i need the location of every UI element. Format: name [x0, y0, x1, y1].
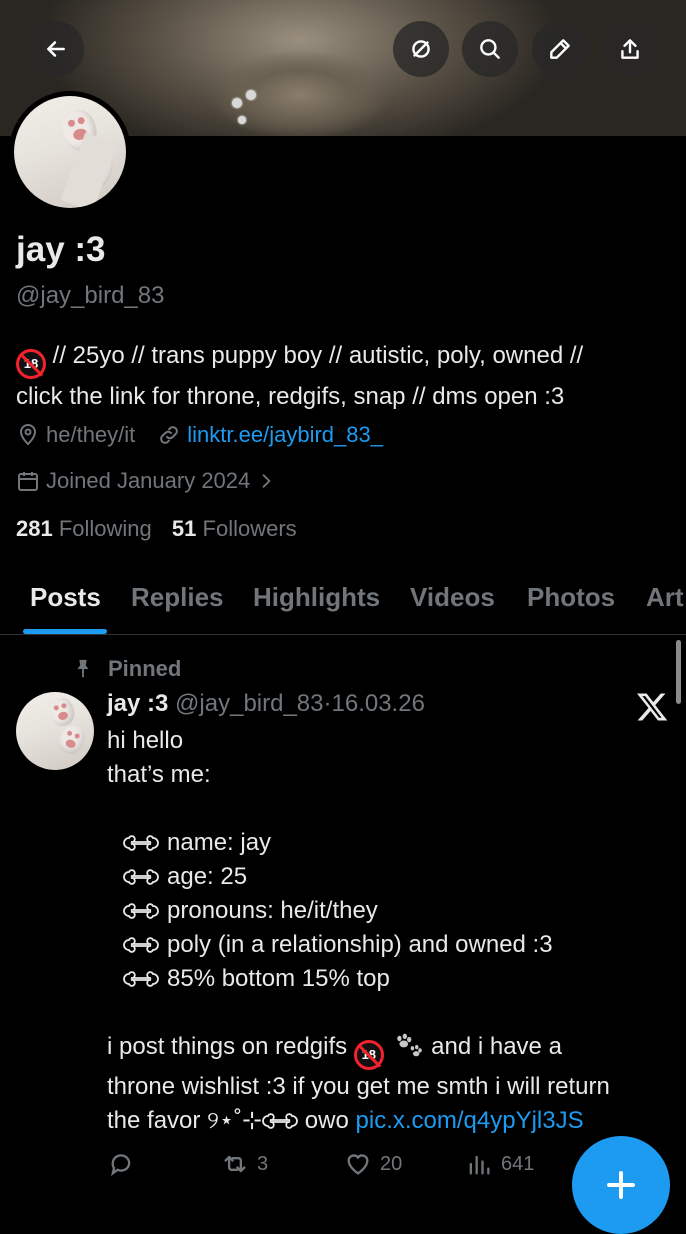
- followers-link[interactable]: 51 Followers: [172, 516, 297, 541]
- list-item-text: pronouns: he/it/they: [167, 897, 378, 924]
- post-media-link[interactable]: pic.x.com/q4ypYjl3JS: [356, 1107, 584, 1134]
- repost-count: 3: [257, 1152, 269, 1175]
- compose-button[interactable]: [572, 1136, 670, 1234]
- pinned-label: Pinned: [108, 656, 182, 681]
- share-button[interactable]: [602, 21, 658, 77]
- post-para-owo: owo: [298, 1107, 356, 1134]
- views-button[interactable]: 641: [465, 1150, 534, 1178]
- post-actions: 3 20 641: [107, 1150, 577, 1186]
- list-item: poly (in a relationship) and owned :3: [123, 928, 677, 962]
- post-date[interactable]: 16.03.26: [332, 690, 425, 717]
- list-item-text: poly (in a relationship) and owned :3: [167, 931, 553, 958]
- profile-tabs: Posts Replies Highlights Videos Photos A…: [0, 568, 686, 635]
- bone-icon: [123, 937, 159, 953]
- profile-handle: @jay_bird_83: [16, 282, 165, 309]
- search-button[interactable]: [462, 21, 518, 77]
- back-button[interactable]: [28, 21, 84, 77]
- post-header: jay :3 @jay_bird_83·16.03.26: [107, 690, 425, 718]
- list-item-text: name: jay: [167, 829, 272, 856]
- list-item: name: jay: [123, 826, 677, 860]
- search-icon: [480, 39, 500, 59]
- tab-highlights[interactable]: Highlights: [253, 582, 380, 613]
- avatar-image: [14, 96, 126, 208]
- pin-icon: [77, 659, 89, 678]
- profile-pronouns: he/they/it: [46, 422, 136, 447]
- post-para-b: and i have a: [424, 1033, 562, 1060]
- rainbow-off-icon: [412, 40, 430, 58]
- list-item: pronouns: he/it/they: [123, 894, 677, 928]
- no-under-18-icon: 18: [353, 1040, 384, 1070]
- banner-piercing-1: [232, 98, 242, 108]
- post-para-line-2: throne wishlist :3 if you get me smth i …: [107, 1073, 610, 1100]
- joined-date: Joined January 2024: [46, 468, 251, 493]
- bone-icon: [123, 835, 159, 851]
- banner-piercing-2: [246, 90, 256, 100]
- arrow-left-icon: [47, 41, 65, 57]
- like-count: 20: [380, 1152, 403, 1175]
- bone-icon: [123, 971, 159, 987]
- following-link[interactable]: 281 Following: [16, 516, 152, 541]
- edit-button[interactable]: [532, 21, 588, 77]
- post-para-line-3: the favor ୨⋆˚⊹: [107, 1107, 263, 1134]
- bio-line-1: // 25yo // trans puppy boy // autistic, …: [46, 342, 584, 369]
- post-para-a: i post things on redgifs: [107, 1033, 354, 1060]
- location-pin-icon: [19, 424, 37, 446]
- reply-button[interactable]: [107, 1150, 143, 1178]
- pinned-indicator: Pinned: [72, 656, 181, 682]
- chevron-right-icon: [262, 474, 271, 488]
- profile-meta-row: he/they/it linktr.ee/jaybird_83_: [16, 422, 383, 448]
- heart-icon: [347, 1154, 369, 1175]
- post-handle[interactable]: @jay_bird_83: [175, 690, 323, 717]
- active-tab-indicator: [23, 629, 107, 634]
- tab-videos[interactable]: Videos: [410, 582, 495, 613]
- profile-avatar[interactable]: [9, 91, 131, 213]
- scrollbar[interactable]: [676, 640, 681, 704]
- profile-stats: 281 Following 51 Followers: [16, 516, 297, 542]
- link-icon: [160, 426, 179, 444]
- paw-prints-icon: [397, 1033, 423, 1057]
- view-count: 641: [501, 1152, 535, 1175]
- banner-piercing-3: [238, 116, 246, 124]
- analytics-icon: [469, 1155, 490, 1175]
- list-item: age: 25: [123, 860, 677, 894]
- following-count: 281: [16, 516, 53, 541]
- repost-button[interactable]: 3: [221, 1150, 268, 1178]
- bone-icon: [123, 903, 159, 919]
- like-button[interactable]: 20: [344, 1150, 402, 1178]
- plus-icon: [607, 1171, 635, 1199]
- post-separator: ·: [323, 690, 332, 717]
- tab-replies[interactable]: Replies: [131, 582, 224, 613]
- share-icon: [621, 39, 639, 59]
- reply-icon: [111, 1154, 131, 1177]
- x-logo-icon[interactable]: [634, 690, 670, 724]
- rainbow-off-button[interactable]: [393, 21, 449, 77]
- list-item: 85% bottom 15% top: [123, 962, 677, 996]
- joined-row[interactable]: Joined January 2024: [16, 468, 282, 494]
- bone-icon: [123, 869, 159, 885]
- profile-link[interactable]: linktr.ee/jaybird_83_: [187, 422, 383, 448]
- tab-photos[interactable]: Photos: [527, 582, 615, 613]
- bio-line-2: click the link for throne, redgifs, snap…: [16, 383, 565, 410]
- post-text: hi hello that’s me: name: jay age: 25 pr…: [107, 724, 677, 1138]
- calendar-icon: [18, 472, 38, 491]
- post-author[interactable]: jay :3: [107, 690, 168, 717]
- post-line-2: that’s me:: [107, 761, 211, 788]
- repost-icon: [224, 1155, 246, 1173]
- tab-art[interactable]: Art: [646, 582, 684, 613]
- post-avatar[interactable]: [16, 692, 94, 770]
- list-item-text: age: 25: [167, 863, 248, 890]
- followers-count: 51: [171, 516, 197, 541]
- post-paragraph: i post things on redgifs 18 and i have a…: [107, 1030, 677, 1138]
- post-line-1: hi hello: [107, 727, 184, 754]
- profile-name: jay :3: [16, 230, 106, 269]
- bone-icon: [262, 1113, 298, 1129]
- tab-posts[interactable]: Posts: [30, 582, 101, 613]
- no-under-18-icon: 18: [16, 349, 46, 379]
- following-label: Following: [58, 516, 152, 541]
- followers-label: Followers: [202, 516, 297, 541]
- list-item-text: 85% bottom 15% top: [167, 965, 390, 992]
- edit-icon: [550, 39, 570, 59]
- profile-bio: 18 // 25yo // trans puppy boy // autisti…: [16, 338, 676, 415]
